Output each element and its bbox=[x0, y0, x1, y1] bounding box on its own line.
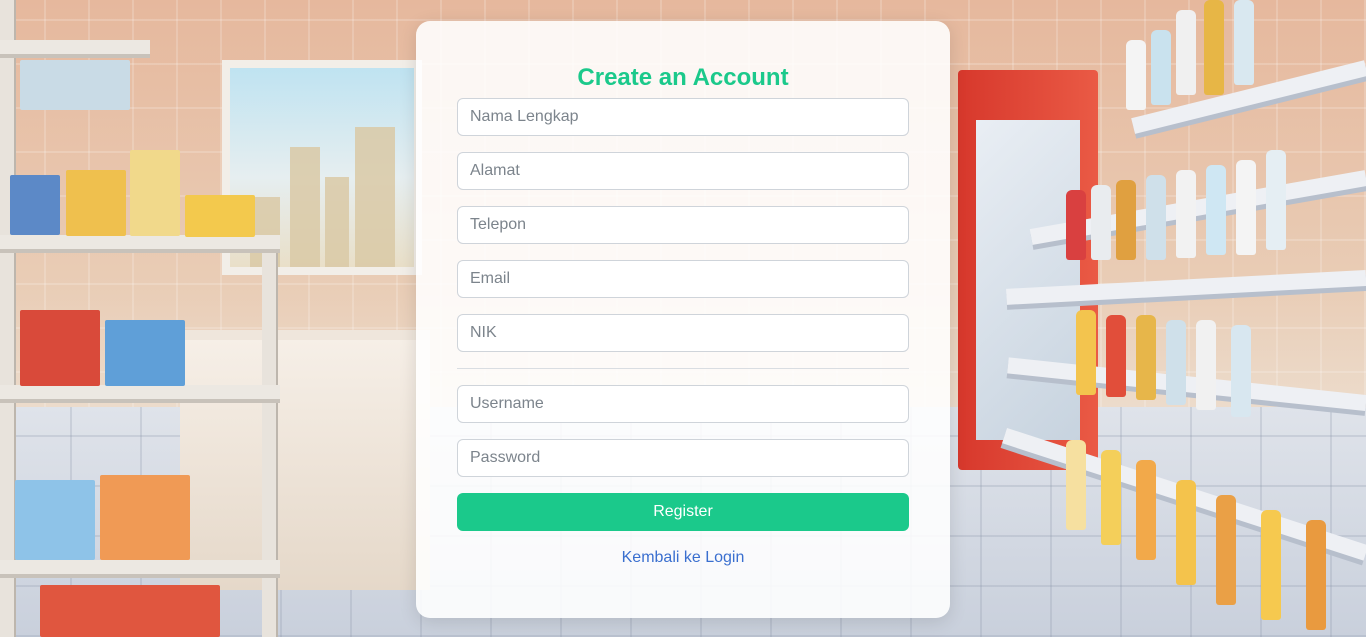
form-divider bbox=[457, 368, 909, 369]
nik-input[interactable] bbox=[457, 314, 909, 352]
email-input[interactable] bbox=[457, 260, 909, 298]
background-left-shelf bbox=[0, 0, 290, 637]
password-input[interactable] bbox=[457, 439, 909, 477]
background-right-shelf bbox=[1002, 0, 1366, 637]
register-card: Create an Account Register Kembali ke Lo… bbox=[416, 21, 950, 618]
alamat-input[interactable] bbox=[457, 152, 909, 190]
nama-lengkap-input[interactable] bbox=[457, 98, 909, 136]
page-title: Create an Account bbox=[577, 64, 789, 91]
register-button[interactable]: Register bbox=[457, 493, 909, 531]
back-to-login-link[interactable]: Kembali ke Login bbox=[416, 549, 950, 567]
username-input[interactable] bbox=[457, 385, 909, 423]
telepon-input[interactable] bbox=[457, 206, 909, 244]
